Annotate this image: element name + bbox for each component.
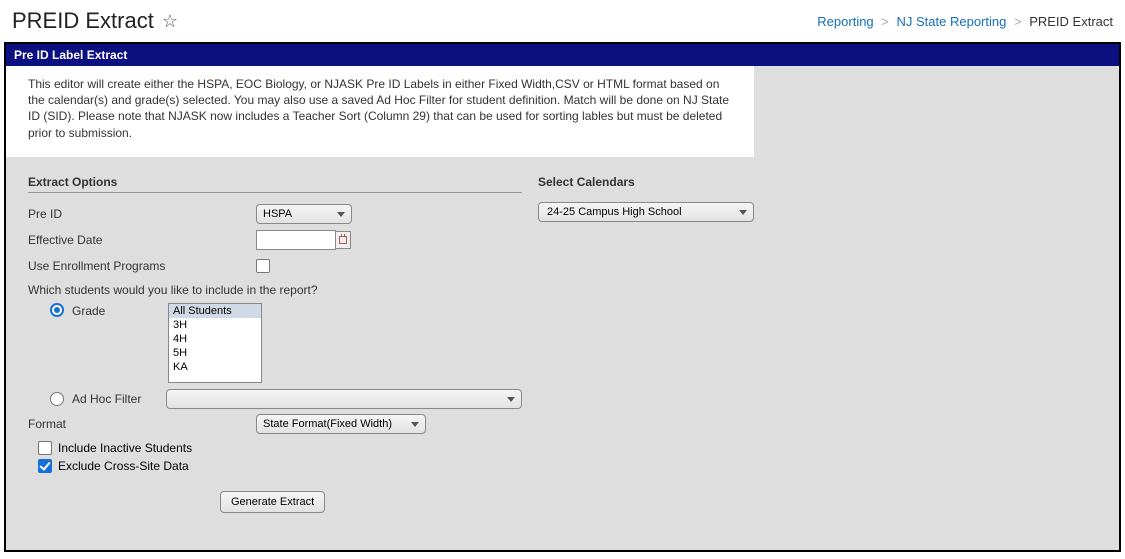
grade-radio[interactable] bbox=[50, 303, 64, 317]
format-select[interactable]: State Format(Fixed Width) bbox=[256, 414, 426, 434]
chevron-right-icon: > bbox=[881, 14, 889, 29]
breadcrumb-current: PREID Extract bbox=[1029, 14, 1113, 29]
page-title: PREID Extract bbox=[12, 8, 154, 34]
grade-option-3h[interactable]: 3H bbox=[169, 318, 261, 332]
panel-info-text: This editor will create either the HSPA,… bbox=[6, 66, 754, 157]
adhoc-radio[interactable] bbox=[50, 392, 64, 406]
exclude-cross-site-checkbox[interactable] bbox=[38, 459, 52, 473]
grade-multiselect[interactable]: All Students 3H 4H 5H KA bbox=[168, 303, 262, 383]
format-label: Format bbox=[28, 417, 256, 431]
effective-date-input[interactable] bbox=[256, 230, 336, 250]
grade-radio-label: Grade bbox=[72, 303, 160, 318]
include-question-label: Which students would you like to include… bbox=[28, 283, 522, 297]
grade-option-4h[interactable]: 4H bbox=[169, 332, 261, 346]
preid-selected-value: HSPA bbox=[263, 208, 292, 220]
chevron-right-icon: > bbox=[1014, 14, 1022, 29]
select-calendars-heading: Select Calendars bbox=[538, 175, 764, 192]
extract-options-heading: Extract Options bbox=[28, 175, 522, 193]
favorite-star-icon[interactable]: ☆ bbox=[162, 11, 178, 32]
preid-select[interactable]: HSPA bbox=[256, 204, 352, 224]
calendar-selected-value: 24-25 Campus High School bbox=[547, 206, 682, 218]
include-inactive-label: Include Inactive Students bbox=[58, 441, 192, 455]
calendar-icon[interactable] bbox=[335, 231, 351, 249]
adhoc-filter-select[interactable] bbox=[166, 389, 522, 409]
use-enrollment-checkbox[interactable] bbox=[256, 259, 270, 273]
breadcrumb: Reporting > NJ State Reporting > PREID E… bbox=[817, 14, 1113, 29]
breadcrumb-nj-state-reporting[interactable]: NJ State Reporting bbox=[897, 14, 1007, 29]
grade-option-5h[interactable]: 5H bbox=[169, 346, 261, 360]
calendar-select[interactable]: 24-25 Campus High School bbox=[538, 202, 754, 222]
format-selected-value: State Format(Fixed Width) bbox=[263, 418, 392, 430]
adhoc-radio-label: Ad Hoc Filter bbox=[72, 391, 158, 406]
generate-extract-button[interactable]: Generate Extract bbox=[220, 491, 325, 513]
grade-option-all[interactable]: All Students bbox=[169, 304, 261, 318]
breadcrumb-reporting[interactable]: Reporting bbox=[817, 14, 873, 29]
include-inactive-checkbox[interactable] bbox=[38, 441, 52, 455]
panel-title: Pre ID Label Extract bbox=[6, 44, 1119, 66]
exclude-cross-site-label: Exclude Cross-Site Data bbox=[58, 459, 189, 473]
preid-label: Pre ID bbox=[28, 207, 256, 221]
use-enrollment-label: Use Enrollment Programs bbox=[28, 259, 256, 273]
grade-option-ka[interactable]: KA bbox=[169, 360, 261, 374]
effective-date-label: Effective Date bbox=[28, 233, 256, 247]
